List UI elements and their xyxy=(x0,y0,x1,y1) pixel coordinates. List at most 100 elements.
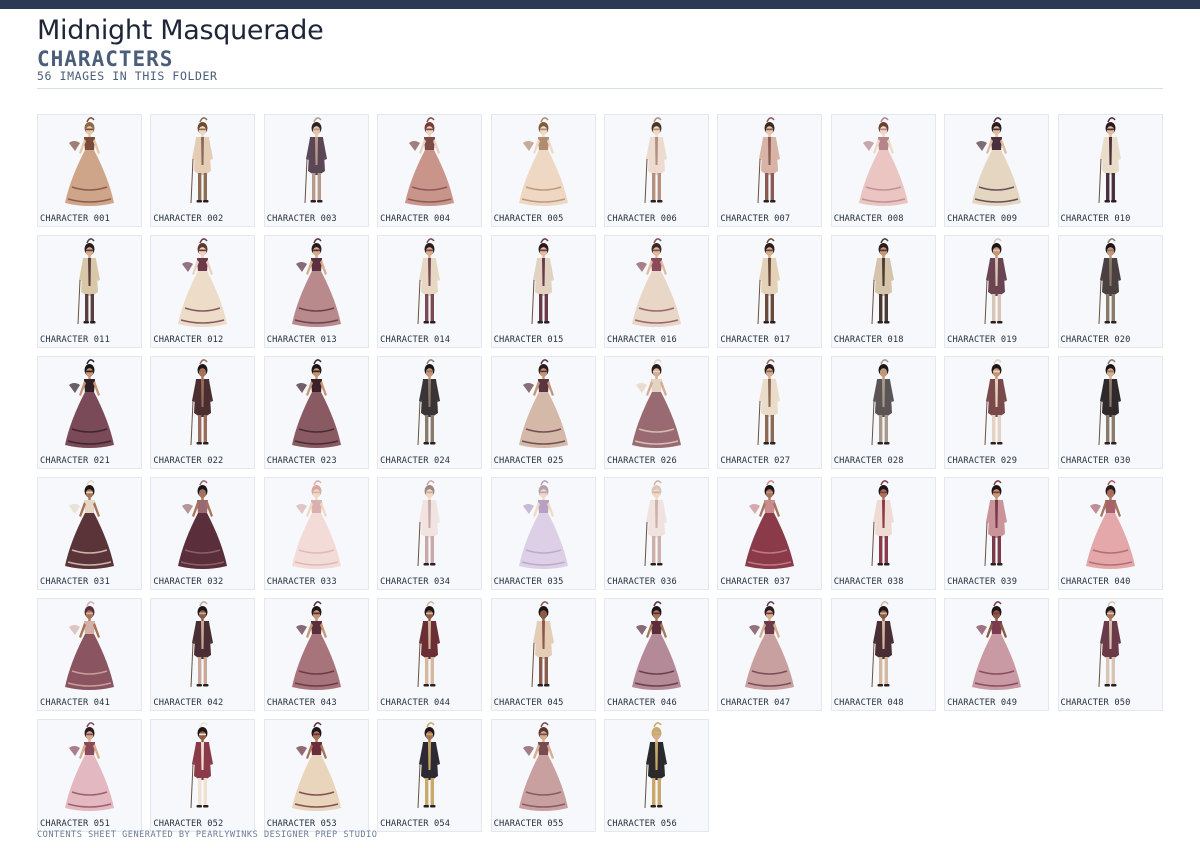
thumbnail-label: CHARACTER 012 xyxy=(153,335,224,345)
character-thumbnail-image xyxy=(65,480,114,569)
thumbnail-card[interactable]: CHARACTER 030 xyxy=(1057,356,1163,469)
thumbnail-card[interactable]: CHARACTER 027 xyxy=(717,356,823,469)
thumbnail-label: CHARACTER 004 xyxy=(380,214,451,224)
thumbnail-card[interactable]: CHARACTER 034 xyxy=(377,477,483,590)
thumbnail-label: CHARACTER 028 xyxy=(833,456,904,466)
thumbnail-card[interactable]: CHARACTER 049 xyxy=(944,598,1050,711)
thumbnail-card[interactable]: CHARACTER 008 xyxy=(830,114,936,227)
thumbnail-card[interactable]: CHARACTER 037 xyxy=(717,477,823,590)
thumbnail-card[interactable]: CHARACTER 022 xyxy=(150,356,256,469)
thumbnail-card[interactable]: CHARACTER 028 xyxy=(830,356,936,469)
thumbnail-card[interactable]: CHARACTER 011 xyxy=(37,235,142,348)
thumbnail-card[interactable]: CHARACTER 050 xyxy=(1057,598,1163,711)
thumbnail-card[interactable]: CHARACTER 036 xyxy=(603,477,709,590)
thumbnail-card[interactable]: CHARACTER 012 xyxy=(150,235,256,348)
thumbnail-card[interactable]: CHARACTER 042 xyxy=(150,598,256,711)
thumbnail-label: CHARACTER 040 xyxy=(1060,577,1131,587)
character-thumbnail-image xyxy=(65,722,114,811)
thumbnail-card[interactable]: CHARACTER 053 xyxy=(263,719,369,832)
character-thumbnail-image xyxy=(77,238,100,325)
thumbnail-card[interactable]: CHARACTER 005 xyxy=(490,114,596,227)
thumbnail-label: CHARACTER 051 xyxy=(40,819,110,829)
thumbnail-card[interactable]: CHARACTER 043 xyxy=(263,598,369,711)
thumbnail-label: CHARACTER 029 xyxy=(947,456,1018,466)
thumbnail-card[interactable]: CHARACTER 044 xyxy=(377,598,483,711)
thumbnail-label: CHARACTER 003 xyxy=(266,214,337,224)
thumbnail-label: CHARACTER 010 xyxy=(1060,214,1131,224)
thumbnail-label: CHARACTER 019 xyxy=(947,335,1018,345)
character-thumbnail-image xyxy=(984,238,1008,325)
thumbnail-card[interactable]: CHARACTER 040 xyxy=(1057,477,1163,590)
thumbnail-card[interactable]: CHARACTER 023 xyxy=(263,356,369,469)
thumbnail-label: CHARACTER 005 xyxy=(493,214,564,224)
character-thumbnail-image xyxy=(757,359,781,446)
character-thumbnail-image xyxy=(291,359,341,448)
thumbnail-card[interactable]: CHARACTER 003 xyxy=(263,114,369,227)
thumbnail-card[interactable]: CHARACTER 026 xyxy=(603,356,709,469)
thumbnail-card[interactable]: CHARACTER 048 xyxy=(830,598,936,711)
thumbnail-card[interactable]: CHARACTER 018 xyxy=(830,235,936,348)
thumbnail-card[interactable]: CHARACTER 054 xyxy=(377,719,483,832)
thumbnail-label: CHARACTER 049 xyxy=(947,698,1018,708)
thumbnail-label: CHARACTER 001 xyxy=(40,214,110,224)
thumbnail-label: CHARACTER 039 xyxy=(947,577,1018,587)
thumbnail-label: CHARACTER 036 xyxy=(606,577,677,587)
thumbnail-card[interactable]: CHARACTER 001 xyxy=(37,114,142,227)
thumbnail-card[interactable]: CHARACTER 007 xyxy=(717,114,823,227)
thumbnail-card[interactable]: CHARACTER 017 xyxy=(717,235,823,348)
thumbnail-card[interactable]: CHARACTER 029 xyxy=(944,356,1050,469)
character-thumbnail-image xyxy=(858,117,908,206)
thumbnail-card[interactable]: CHARACTER 014 xyxy=(377,235,483,348)
thumbnail-label: CHARACTER 032 xyxy=(153,577,224,587)
thumbnail-label: CHARACTER 053 xyxy=(266,819,337,829)
thumbnail-card[interactable]: CHARACTER 041 xyxy=(37,598,142,711)
thumbnail-card[interactable]: CHARACTER 002 xyxy=(150,114,256,227)
thumbnail-card[interactable]: CHARACTER 020 xyxy=(1057,235,1163,348)
thumbnail-card[interactable]: CHARACTER 004 xyxy=(377,114,483,227)
thumbnail-card[interactable]: CHARACTER 038 xyxy=(830,477,936,590)
thumbnail-label: CHARACTER 045 xyxy=(493,698,564,708)
thumbnail-card[interactable]: CHARACTER 033 xyxy=(263,477,369,590)
thumbnail-card[interactable]: CHARACTER 021 xyxy=(37,356,142,469)
thumbnail-label: CHARACTER 026 xyxy=(606,456,677,466)
thumbnail-card[interactable]: CHARACTER 016 xyxy=(603,235,709,348)
thumbnail-label: CHARACTER 024 xyxy=(380,456,451,466)
thumbnail-label: CHARACTER 042 xyxy=(153,698,224,708)
thumbnail-label: CHARACTER 031 xyxy=(40,577,110,587)
thumbnail-card[interactable]: CHARACTER 046 xyxy=(603,598,709,711)
thumbnail-card[interactable]: CHARACTER 047 xyxy=(717,598,823,711)
thumbnail-label: CHARACTER 035 xyxy=(493,577,564,587)
character-thumbnail-image xyxy=(178,238,228,327)
thumbnail-card[interactable]: CHARACTER 031 xyxy=(37,477,142,590)
thumbnail-card[interactable]: CHARACTER 015 xyxy=(490,235,596,348)
thumbnail-label: CHARACTER 006 xyxy=(606,214,677,224)
thumbnail-card[interactable]: CHARACTER 032 xyxy=(150,477,256,590)
thumbnail-label: CHARACTER 015 xyxy=(493,335,564,345)
thumbnail-card[interactable]: CHARACTER 019 xyxy=(944,235,1050,348)
thumbnail-card[interactable]: CHARACTER 025 xyxy=(490,356,596,469)
folder-name: CHARACTERS xyxy=(37,47,174,71)
thumbnail-card[interactable]: CHARACTER 009 xyxy=(944,114,1050,227)
thumbnail-card[interactable]: CHARACTER 052 xyxy=(150,719,256,832)
page-header: Midnight Masquerade CHARACTERS 56 IMAGES… xyxy=(37,14,1163,83)
character-thumbnail-image xyxy=(417,238,441,325)
thumbnail-card[interactable]: CHARACTER 055 xyxy=(490,719,596,832)
character-thumbnail-image xyxy=(1098,601,1121,688)
thumbnail-card[interactable]: CHARACTER 035 xyxy=(490,477,596,590)
thumbnail-card[interactable]: CHARACTER 024 xyxy=(377,356,483,469)
thumbnail-card[interactable]: CHARACTER 013 xyxy=(263,235,369,348)
footer-credit: CONTENTS SHEET GENERATED BY PEARLYWINKS … xyxy=(37,830,378,840)
thumbnail-label: CHARACTER 022 xyxy=(153,456,224,466)
thumbnail-card[interactable]: CHARACTER 006 xyxy=(603,114,709,227)
character-thumbnail-image xyxy=(745,480,795,569)
thumbnail-card[interactable]: CHARACTER 056 xyxy=(603,719,709,832)
thumbnail-label: CHARACTER 023 xyxy=(266,456,337,466)
character-thumbnail-image xyxy=(291,601,341,690)
thumbnail-card[interactable]: CHARACTER 039 xyxy=(944,477,1050,590)
character-thumbnail-image xyxy=(984,359,1008,446)
thumbnail-card[interactable]: CHARACTER 045 xyxy=(490,598,596,711)
thumbnail-card[interactable]: CHARACTER 051 xyxy=(37,719,142,832)
character-thumbnail-image xyxy=(417,722,441,809)
character-thumbnail-image xyxy=(871,238,894,325)
thumbnail-card[interactable]: CHARACTER 010 xyxy=(1057,114,1163,227)
